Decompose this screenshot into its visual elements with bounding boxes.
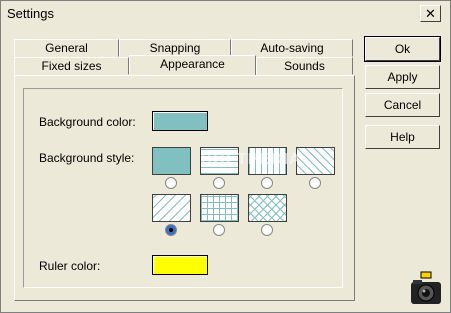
window-title: Settings	[7, 6, 54, 21]
tab-fixed-sizes[interactable]: Fixed sizes	[14, 57, 129, 75]
style-grid-radio[interactable]	[213, 224, 225, 236]
style-solid-radio[interactable]	[165, 177, 177, 189]
tab-sounds[interactable]: Sounds	[256, 57, 353, 75]
close-icon: ✕	[425, 6, 436, 21]
tab-label: Auto-saving	[260, 41, 324, 55]
cancel-label: Cancel	[383, 98, 422, 112]
help-label: Help	[390, 130, 415, 144]
style-diagonal-lines-sparse-option[interactable]	[152, 194, 191, 222]
settings-window: Settings ✕ General Snapping Auto-saving …	[0, 0, 451, 313]
ruler-color-label: Ruler color:	[39, 259, 101, 273]
tab-general[interactable]: General	[14, 39, 119, 57]
style-grid-option[interactable]	[200, 194, 239, 222]
apply-label: Apply	[387, 70, 418, 84]
style-crosshatch-option[interactable]	[248, 194, 287, 222]
background-style-label: Background style:	[39, 151, 135, 165]
style-horizontal-lines-radio[interactable]	[213, 177, 225, 189]
cancel-button[interactable]: Cancel	[365, 93, 440, 117]
style-diagonal-lines-option[interactable]	[296, 147, 335, 175]
style-vertical-lines-radio[interactable]	[261, 177, 273, 189]
style-crosshatch-radio[interactable]	[261, 224, 273, 236]
style-solid-option[interactable]	[152, 147, 191, 175]
watermark: SOFTPEDIA	[201, 151, 302, 168]
ok-label: Ok	[394, 42, 411, 56]
tab-label: Appearance	[160, 57, 225, 71]
tab-label: Fixed sizes	[41, 59, 102, 73]
tab-label: General	[45, 41, 88, 55]
ok-button[interactable]: Ok	[364, 36, 441, 62]
style-diagonal-lines-radio[interactable]	[309, 177, 321, 189]
background-color-label: Background color:	[39, 115, 136, 129]
tab-label: Snapping	[149, 41, 201, 55]
title-bar: Settings ✕	[1, 1, 450, 25]
help-button[interactable]: Help	[365, 125, 440, 149]
background-color-swatch[interactable]	[152, 111, 208, 131]
close-button[interactable]: ✕	[420, 5, 441, 22]
tab-label: Sounds	[284, 59, 325, 73]
ruler-color-swatch[interactable]	[152, 255, 208, 275]
tab-appearance[interactable]: Appearance	[129, 55, 256, 75]
apply-button[interactable]: Apply	[365, 65, 440, 89]
style-diagonal-lines-sparse-radio[interactable]	[165, 224, 177, 236]
camera-icon	[411, 271, 441, 304]
